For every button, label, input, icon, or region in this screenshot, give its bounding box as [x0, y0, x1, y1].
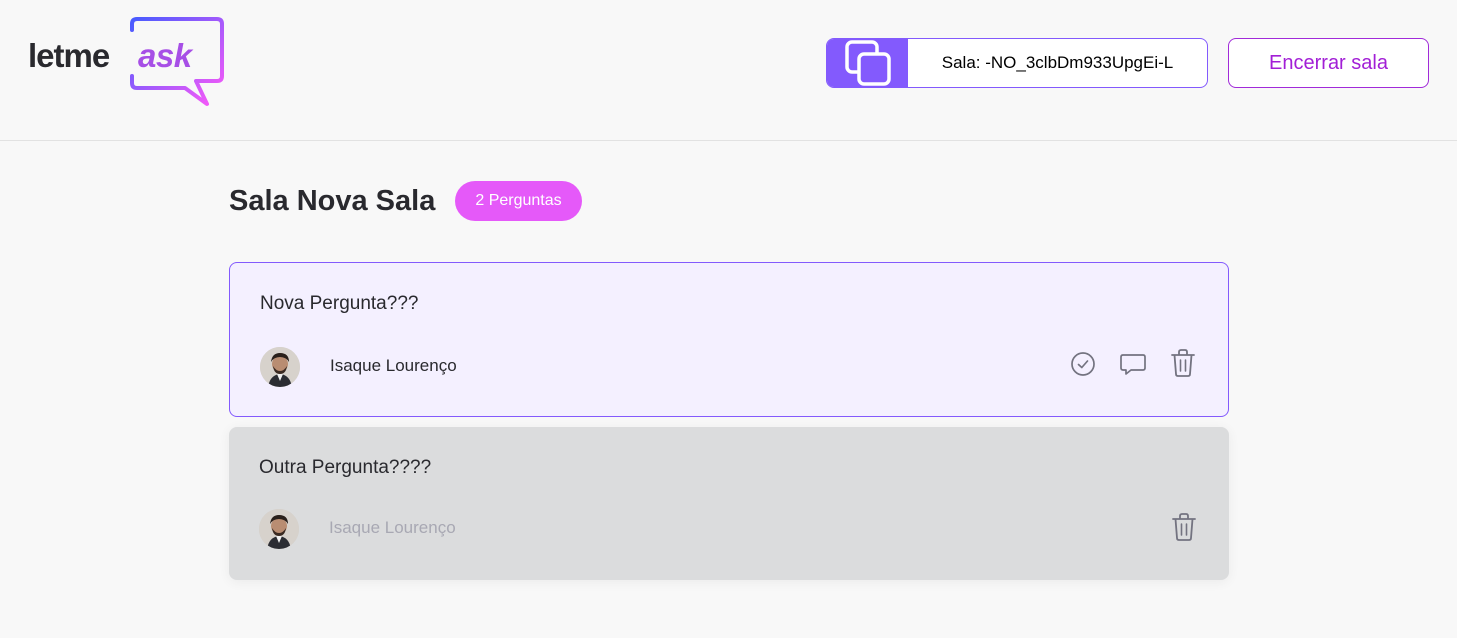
trash-icon[interactable] — [1167, 347, 1199, 379]
question-card: Outra Pergunta???? Isaque Lourenço — [229, 427, 1229, 580]
logo-text-ask: ask — [138, 37, 192, 74]
room-code-label: Sala: -NO_3clbDm933UpgEi-L — [941, 53, 1174, 72]
question-author: Isaque Lourenço — [329, 518, 456, 537]
trash-icon[interactable] — [1168, 511, 1200, 543]
copy-icon[interactable] — [827, 39, 908, 87]
close-room-button[interactable]: Encerrar sala — [1228, 38, 1429, 88]
question-author: Isaque Lourenço — [330, 356, 457, 375]
page-header: letme ask Sala: -NO_3clbDm933UpgEi-L Enc… — [0, 0, 1457, 141]
question-content: Outra Pergunta???? — [259, 457, 432, 478]
room-title-row: Sala Nova Sala 2 Perguntas — [229, 181, 582, 221]
avatar — [260, 347, 300, 387]
answer-bubble-icon[interactable] — [1117, 348, 1149, 380]
question-content: Nova Pergunta??? — [260, 293, 419, 314]
logo-text-letme: letme — [28, 37, 110, 74]
room-code-button[interactable]: Sala: -NO_3clbDm933UpgEi-L — [826, 38, 1208, 88]
page-title: Sala Nova Sala — [229, 184, 436, 217]
question-count-badge: 2 Perguntas — [455, 181, 582, 221]
letmeask-logo: letme ask — [28, 16, 228, 112]
check-circle-icon[interactable] — [1067, 348, 1099, 380]
avatar — [259, 509, 299, 549]
question-card: Nova Pergunta??? Isaque Lourenço — [229, 262, 1229, 417]
